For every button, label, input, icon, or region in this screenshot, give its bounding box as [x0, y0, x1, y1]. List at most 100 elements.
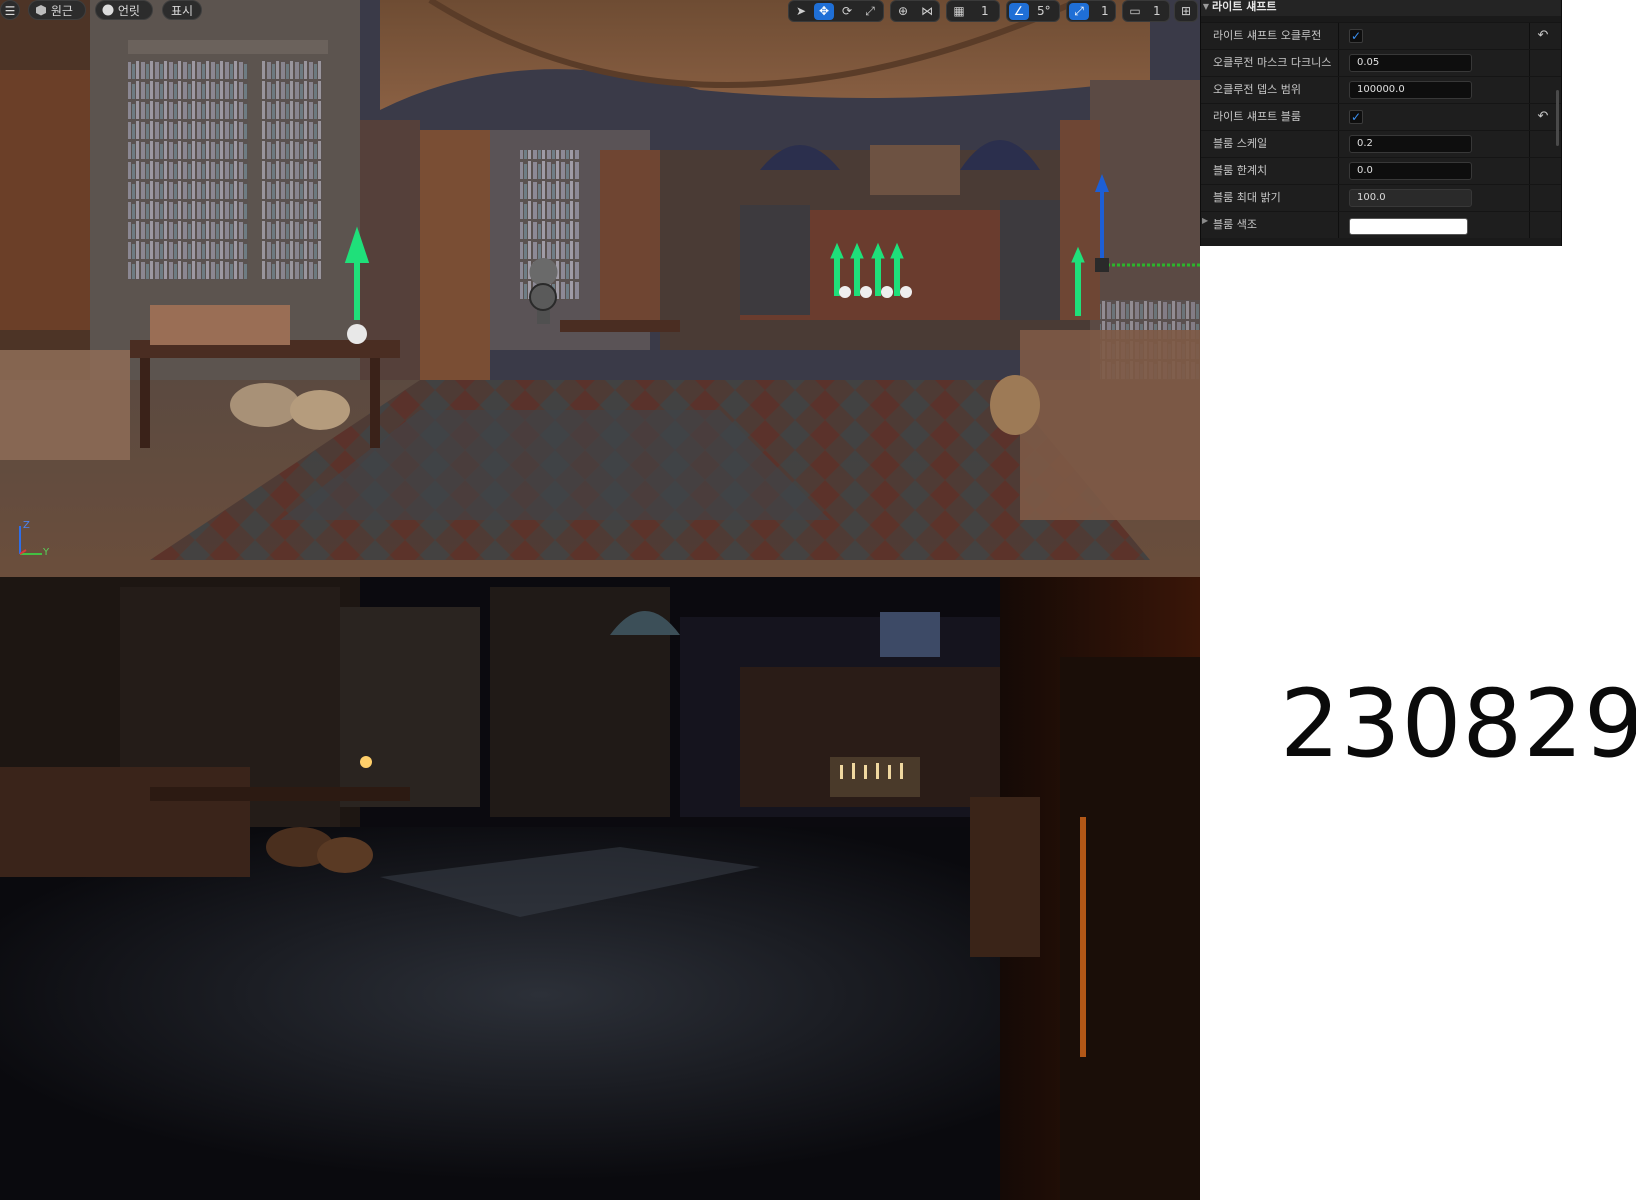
viewport-menu-button[interactable]: ☰	[0, 0, 20, 20]
column-divider	[1338, 212, 1339, 238]
column-divider	[1529, 185, 1530, 211]
column-divider	[1338, 23, 1339, 49]
surface-snap-button[interactable]: ⋈	[917, 3, 937, 20]
property-row-occlusion-toggle: 라이트 섀프트 오클루전 ✓ ↶	[1201, 22, 1561, 49]
column-divider	[1529, 212, 1530, 238]
rendered-preview	[0, 577, 1200, 1200]
bloom-tint-color-swatch[interactable]	[1349, 218, 1468, 235]
layout-grid-button[interactable]: ⊞	[1176, 3, 1196, 20]
property-row-occlusion-mask-darkness: 오클루전 마스크 다크니스 0.05	[1201, 49, 1561, 76]
axis-gizmo: Z Y	[16, 520, 56, 560]
camera-speed-group[interactable]: ▭ 1	[1122, 0, 1170, 22]
column-divider	[1529, 23, 1530, 49]
section-title: 라이트 섀프트	[1212, 0, 1277, 13]
property-row-bloom-scale: 블룸 스케일 0.2	[1201, 130, 1561, 157]
globe-icon: ⊕	[897, 4, 909, 18]
axis-y-label: Y	[43, 547, 50, 558]
viewport-toolbar: ☰ 원근 언릿 표시 ➤ ✥ ⟳ ⤢ ⊕ ⋈ ▦ 1 ∠ 5° ⤢ 1 ▭ 1 …	[0, 0, 1200, 22]
rotation-snap-button[interactable]: ∠	[1009, 3, 1029, 20]
angle-icon: ∠	[1013, 4, 1025, 18]
sphere-icon	[102, 2, 114, 22]
surface-snap-icon: ⋈	[921, 4, 933, 18]
occlusion-depth-range-input[interactable]: 100000.0	[1349, 81, 1472, 99]
move-icon: ✥	[818, 4, 830, 18]
bloom-max-brightness-input[interactable]: 100.0	[1349, 189, 1472, 207]
cursor-icon: ➤	[795, 4, 807, 18]
property-row-bloom-threshold: 블룸 한계치 0.0	[1201, 157, 1561, 184]
property-row-occlusion-depth-range: 오클루전 뎁스 범위 100000.0	[1201, 76, 1561, 103]
details-panel: ▼ 라이트 섀프트 라이트 섀프트 오클루전 ✓ ↶ 오클루전 마스크 다크니스…	[1200, 0, 1562, 246]
column-divider	[1338, 158, 1339, 184]
world-space-button[interactable]: ⊕	[893, 3, 913, 20]
library-scene-lit	[0, 577, 1200, 1200]
grid-icon: ▦	[953, 4, 965, 18]
column-divider	[1338, 50, 1339, 76]
bloom-scale-input[interactable]: 0.2	[1349, 135, 1472, 153]
column-divider	[1338, 131, 1339, 157]
layout-icon: ⊞	[1180, 4, 1192, 18]
scale-snap-button[interactable]: ⤢	[1069, 3, 1089, 20]
layout-button[interactable]: ⊞	[1174, 0, 1198, 22]
property-label: 오클루전 뎁스 범위	[1213, 83, 1301, 96]
camera-speed-button[interactable]: ▭	[1125, 3, 1145, 20]
expand-arrow-icon[interactable]: ▶	[1202, 216, 1208, 225]
show-button[interactable]: 표시	[162, 0, 202, 20]
camera-icon: ▭	[1129, 4, 1141, 18]
axis-z-label: Z	[23, 520, 30, 531]
property-label: 블룸 한계치	[1213, 164, 1268, 177]
camera-speed-value: 1	[1153, 4, 1161, 18]
occlusion-mask-darkness-input[interactable]: 0.05	[1349, 54, 1472, 72]
collapse-arrow-icon: ▼	[1202, 2, 1210, 11]
column-divider	[1529, 158, 1530, 184]
property-row-bloom-toggle: 라이트 섀프트 블룸 ✓ ↶	[1201, 103, 1561, 130]
grid-snap-value: 1	[981, 4, 989, 18]
property-label: 블룸 색조	[1213, 218, 1257, 231]
bloom-threshold-input[interactable]: 0.0	[1349, 162, 1472, 180]
column-divider	[1529, 131, 1530, 157]
property-row-bloom-max-brightness: 블룸 최대 밝기 100.0	[1201, 184, 1561, 211]
rotate-icon: ⟳	[841, 4, 853, 18]
property-label: 블룸 스케일	[1213, 137, 1268, 150]
translate-tool-button[interactable]: ✥	[814, 3, 834, 20]
column-divider	[1338, 104, 1339, 130]
scale-snap-icon: ⤢	[1074, 4, 1084, 18]
cube-icon	[35, 2, 47, 22]
scale-tool-button[interactable]: ⤢	[860, 3, 880, 20]
column-divider	[1529, 77, 1530, 103]
rotation-snap-group[interactable]: ∠ 5°	[1006, 0, 1060, 22]
property-label: 오클루전 마스크 다크니스	[1213, 56, 1332, 69]
select-tool-button[interactable]: ➤	[791, 3, 811, 20]
show-label: 표시	[170, 4, 194, 18]
grid-snap-group[interactable]: ▦ 1	[946, 0, 1000, 22]
column-divider	[1338, 185, 1339, 211]
view-mode-button[interactable]: 언릿	[95, 0, 153, 20]
column-divider	[1338, 77, 1339, 103]
view-mode-label: 언릿	[117, 4, 140, 18]
rotation-snap-value: 5°	[1037, 4, 1051, 18]
editor-viewport[interactable]: ☰ 원근 언릿 표시 ➤ ✥ ⟳ ⤢ ⊕ ⋈ ▦ 1 ∠ 5° ⤢ 1 ▭ 1 …	[0, 0, 1200, 577]
scale-snap-group[interactable]: ⤢ 1	[1066, 0, 1116, 22]
column-divider	[1529, 104, 1530, 130]
date-label: 230829	[1280, 670, 1636, 779]
property-label: 블룸 최대 밝기	[1213, 191, 1281, 204]
hamburger-menu-icon: ☰	[4, 4, 16, 18]
coordinate-space-group: ⊕ ⋈	[890, 0, 940, 22]
perspective-button[interactable]: 원근	[28, 0, 86, 20]
property-label: 라이트 섀프트 오클루전	[1213, 29, 1322, 42]
rotate-tool-button[interactable]: ⟳	[837, 3, 857, 20]
details-scrollbar[interactable]	[1556, 90, 1559, 146]
light-shaft-bloom-checkbox[interactable]: ✓	[1349, 110, 1363, 124]
grid-snap-button[interactable]: ▦	[949, 3, 969, 20]
property-label: 라이트 섀프트 블룸	[1213, 110, 1301, 123]
light-shafts-section-header[interactable]: ▼ 라이트 섀프트	[1201, 0, 1561, 16]
property-row-bloom-tint: 블룸 색조	[1201, 211, 1561, 238]
reset-to-default-icon[interactable]: ↶	[1535, 28, 1551, 44]
perspective-label: 원근	[50, 4, 73, 18]
column-divider	[1529, 50, 1530, 76]
library-scene-unlit	[0, 0, 1200, 577]
light-shaft-occlusion-checkbox[interactable]: ✓	[1349, 29, 1363, 43]
reset-to-default-icon[interactable]: ↶	[1535, 109, 1551, 125]
scale-icon: ⤢	[865, 4, 875, 18]
scale-snap-value: 1	[1101, 4, 1109, 18]
transform-tools: ➤ ✥ ⟳ ⤢	[788, 0, 884, 22]
